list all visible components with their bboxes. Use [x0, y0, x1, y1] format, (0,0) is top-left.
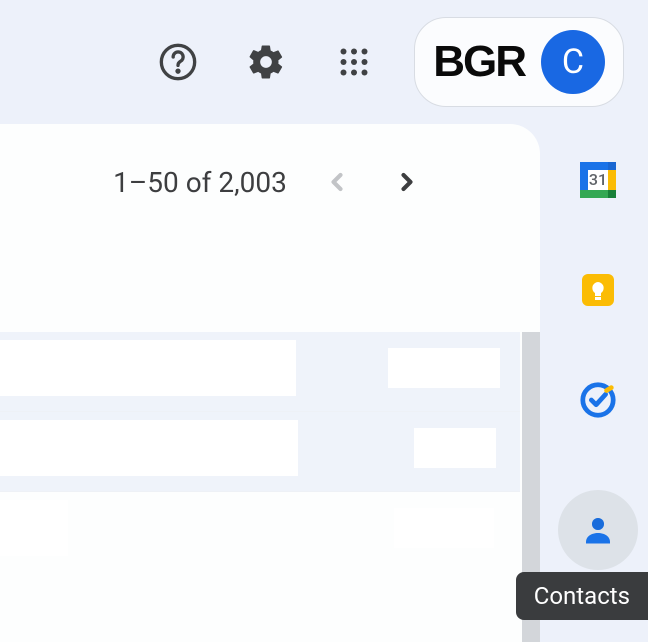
- list-row[interactable]: [0, 332, 520, 412]
- pagination-text: 1–50 of 2,003: [113, 166, 287, 199]
- calendar-day-text: 31: [589, 170, 607, 189]
- list-cell: [394, 508, 494, 548]
- list-cell: [0, 420, 298, 476]
- keep-icon[interactable]: [578, 270, 618, 310]
- list-cell: [0, 340, 296, 396]
- tooltip-text: Contacts: [534, 582, 630, 610]
- list-row[interactable]: [0, 412, 520, 492]
- list-cell: [414, 428, 496, 468]
- list-row[interactable]: [0, 492, 520, 572]
- gear-icon[interactable]: [246, 42, 286, 82]
- main-panel: 1–50 of 2,003: [0, 124, 540, 642]
- next-page-button[interactable]: [387, 162, 427, 202]
- apps-grid-icon[interactable]: [334, 42, 374, 82]
- header-icons: [158, 42, 374, 82]
- avatar-letter: C: [562, 42, 584, 82]
- list-cell: [388, 348, 500, 388]
- avatar[interactable]: C: [541, 30, 605, 94]
- contacts-button[interactable]: [558, 490, 638, 570]
- brand-box[interactable]: BGR C: [414, 17, 624, 107]
- header: BGR C: [0, 0, 648, 124]
- brand-logo: BGR: [433, 40, 525, 84]
- tasks-icon[interactable]: [578, 380, 618, 420]
- list-rows: [0, 332, 520, 572]
- prev-page-button: [317, 162, 357, 202]
- help-icon[interactable]: [158, 42, 198, 82]
- tooltip-contacts: Contacts: [516, 572, 648, 620]
- calendar-icon[interactable]: 31: [578, 160, 618, 200]
- side-panel: 31: [548, 124, 648, 642]
- list-cell: [0, 500, 68, 556]
- pagination-bar: 1–50 of 2,003: [0, 162, 540, 202]
